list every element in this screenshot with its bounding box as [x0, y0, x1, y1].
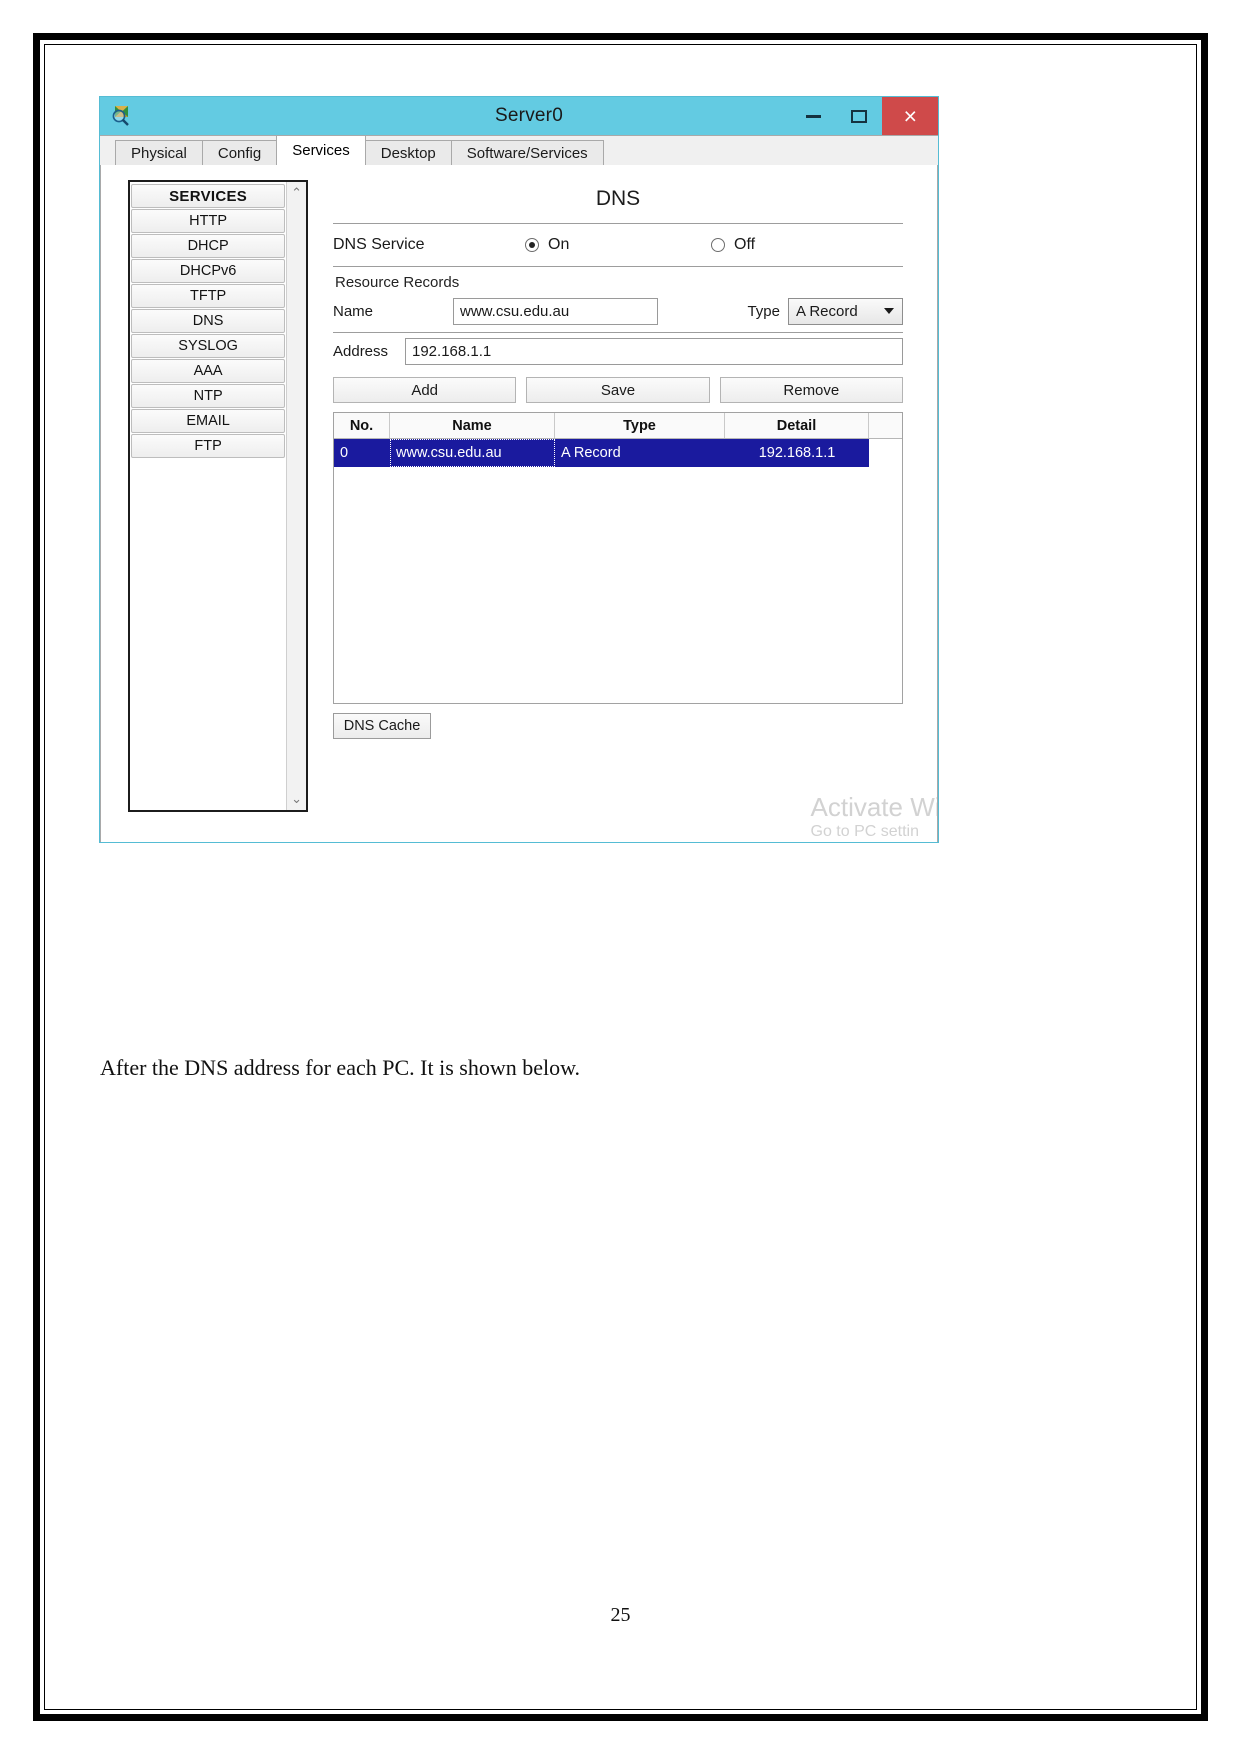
sidebar-item-tftp[interactable]: TFTP — [131, 284, 286, 308]
records-table: No. Name Type Detail 0 www.csu.edu.au A … — [333, 412, 903, 704]
scroll-up-icon[interactable]: ⌃ — [287, 184, 306, 202]
resource-records-label: Resource Records — [335, 274, 460, 291]
name-input[interactable]: www.csu.edu.au — [453, 297, 658, 325]
record-name-row: Name www.csu.edu.au Type A Record — [333, 294, 903, 328]
chevron-down-icon — [884, 308, 894, 314]
dns-panel-title: DNS — [595, 187, 641, 210]
minimize-icon — [805, 114, 821, 118]
minimize-button[interactable] — [790, 97, 836, 135]
sidebar-scrollbar[interactable]: ⌃ ⌄ — [286, 182, 306, 810]
sidebar-item-http[interactable]: HTTP — [131, 209, 286, 233]
sidebar-item-ntp[interactable]: NTP — [131, 384, 286, 408]
dns-service-on-option[interactable]: On — [525, 236, 711, 254]
type-select-value: A Record — [796, 302, 858, 320]
activate-windows-watermark: Activate Win Go to PC settin — [810, 792, 938, 842]
cell-detail: 192.168.1.1 — [758, 445, 836, 461]
table-header-row: No. Name Type Detail — [334, 413, 902, 439]
dns-cache-button[interactable]: DNS Cache — [333, 713, 431, 739]
tab-software-services[interactable]: Software/Services — [450, 140, 604, 165]
dns-service-label: DNS Service — [333, 236, 425, 253]
packet-tracer-window: Server0 × Physical Config Services Deskt… — [100, 97, 938, 842]
dns-service-on-label: On — [548, 236, 570, 253]
sidebar-item-email[interactable]: EMAIL — [131, 409, 286, 433]
sidebar-item-ftp[interactable]: FTP — [131, 434, 286, 458]
column-header-detail[interactable]: Detail — [725, 413, 869, 438]
dns-panel: DNS DNS Service On Off Resource Records … — [333, 179, 903, 739]
sidebar-item-aaa[interactable]: AAA — [131, 359, 286, 383]
cell-no: 0 — [340, 445, 349, 461]
watermark-line-2: Go to PC settin — [810, 823, 920, 840]
tab-physical[interactable]: Physical — [115, 140, 203, 165]
radio-off-icon[interactable] — [711, 238, 725, 252]
sidebar-header-services: SERVICES — [131, 184, 286, 208]
radio-on-icon[interactable] — [525, 238, 539, 252]
cell-name: www.csu.edu.au — [390, 439, 555, 467]
tab-bar: Physical Config Services Desktop Softwar… — [100, 135, 938, 165]
sidebar-item-dhcp[interactable]: DHCP — [131, 234, 286, 258]
sidebar-item-dns[interactable]: DNS — [131, 309, 286, 333]
type-label: Type — [747, 302, 780, 320]
packet-tracer-icon — [112, 104, 134, 126]
services-sidebar: SERVICES HTTP DHCP DHCPv6 TFTP DNS SYSLO… — [128, 180, 308, 812]
tab-services[interactable]: Services — [276, 135, 366, 165]
table-row[interactable]: 0 www.csu.edu.au A Record 192.168.1.1 — [334, 439, 902, 467]
sidebar-item-dhcpv6[interactable]: DHCPv6 — [131, 259, 286, 283]
name-label: Name — [333, 302, 374, 320]
column-header-type[interactable]: Type — [555, 413, 725, 438]
close-button[interactable]: × — [882, 97, 938, 135]
dns-service-row: DNS Service On Off — [333, 224, 903, 266]
tab-config[interactable]: Config — [201, 140, 278, 165]
record-action-buttons: Add Save Remove — [333, 377, 903, 403]
save-button[interactable]: Save — [526, 377, 710, 403]
window-titlebar[interactable]: Server0 × — [100, 97, 938, 135]
column-header-spacer — [869, 413, 902, 438]
column-header-no[interactable]: No. — [334, 413, 390, 438]
cell-spacer — [869, 439, 902, 467]
scroll-down-icon[interactable]: ⌄ — [287, 790, 306, 808]
maximize-icon — [851, 109, 867, 123]
remove-button[interactable]: Remove — [719, 377, 903, 403]
tab-desktop[interactable]: Desktop — [364, 140, 452, 165]
type-select[interactable]: A Record — [788, 297, 903, 325]
record-address-row: Address 192.168.1.1 — [333, 333, 903, 369]
watermark-line-1: Activate Win — [810, 792, 938, 822]
add-button[interactable]: Add — [333, 377, 517, 403]
page-number: 25 — [610, 1604, 631, 1626]
sidebar-item-syslog[interactable]: SYSLOG — [131, 334, 286, 358]
dns-service-off-option[interactable]: Off — [711, 236, 755, 254]
address-label: Address — [333, 342, 389, 360]
address-input[interactable]: 192.168.1.1 — [405, 337, 903, 365]
close-icon: × — [903, 102, 917, 129]
services-list: SERVICES HTTP DHCP DHCPv6 TFTP DNS SYSLO… — [130, 182, 287, 810]
window-content: SERVICES HTTP DHCP DHCPv6 TFTP DNS SYSLO… — [100, 165, 938, 842]
dns-service-off-label: Off — [734, 236, 756, 253]
window-controls: × — [790, 97, 938, 135]
cell-type: A Record — [561, 445, 621, 461]
column-header-name[interactable]: Name — [390, 413, 555, 438]
maximize-button[interactable] — [836, 97, 882, 135]
caption-text: After the DNS address for each PC. It is… — [100, 1055, 581, 1080]
